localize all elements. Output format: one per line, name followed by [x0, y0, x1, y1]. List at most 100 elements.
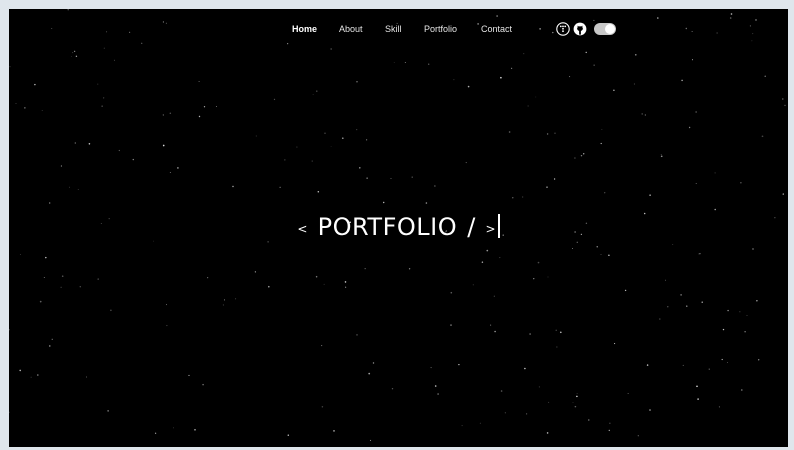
hero-title: < PORTFOLIO / >: [9, 205, 788, 243]
star: [166, 304, 167, 306]
star: [323, 283, 325, 285]
typing-cursor: [497, 214, 500, 238]
star: [730, 13, 733, 15]
star: [660, 155, 663, 158]
star: [341, 137, 344, 140]
star: [740, 389, 743, 391]
star: [118, 149, 120, 152]
star: [682, 364, 684, 366]
star: [255, 135, 257, 137]
star: [287, 434, 290, 436]
star: [695, 111, 697, 113]
star: [512, 197, 514, 199]
star: [141, 42, 143, 44]
star: [688, 126, 691, 129]
star: [315, 275, 318, 278]
star: [556, 346, 558, 348]
toggle-knob: [605, 24, 615, 34]
star: [546, 186, 548, 188]
star: [458, 363, 460, 366]
star: [224, 299, 226, 301]
github-icon[interactable]: [573, 22, 587, 36]
star: [546, 432, 549, 434]
star: [744, 331, 746, 333]
star: [758, 359, 760, 361]
star: [572, 402, 574, 403]
hero-slash: /: [467, 213, 476, 241]
star: [722, 328, 725, 331]
star: [154, 432, 157, 434]
star: [524, 367, 526, 370]
star: [19, 369, 22, 372]
star: [614, 343, 616, 345]
star: [500, 390, 503, 392]
star: [641, 113, 643, 115]
star: [596, 246, 598, 248]
star: [659, 318, 661, 320]
star: [203, 106, 206, 108]
star: [714, 172, 716, 174]
star: [311, 160, 313, 162]
nav-portfolio-link[interactable]: Portfolio: [424, 24, 457, 34]
star: [533, 278, 535, 280]
star: [467, 85, 470, 88]
star: [88, 143, 91, 145]
star: [672, 244, 674, 245]
star: [103, 97, 105, 99]
star: [727, 362, 729, 364]
star: [61, 275, 64, 277]
star: [535, 96, 537, 98]
star: [103, 47, 105, 49]
star: [49, 202, 51, 204]
star: [680, 294, 682, 296]
star: [72, 52, 74, 54]
star: [317, 191, 320, 193]
star: [450, 324, 452, 326]
star: [756, 300, 758, 302]
star: [729, 17, 732, 19]
star: [667, 306, 669, 308]
star: [529, 333, 531, 335]
star: [609, 422, 611, 424]
star: [177, 167, 179, 169]
star: [593, 64, 595, 66]
nav-home-link[interactable]: Home: [292, 24, 317, 34]
hero-open-bracket: <: [297, 222, 308, 236]
star: [207, 277, 209, 279]
star: [71, 56, 72, 57]
star: [333, 430, 335, 432]
nav-contact-link[interactable]: Contact: [481, 24, 512, 34]
star: [254, 271, 257, 273]
star: [79, 286, 81, 288]
star: [391, 388, 394, 390]
star: [97, 83, 99, 85]
star: [330, 48, 332, 50]
star: [761, 135, 764, 138]
nav-skill-link[interactable]: Skill: [385, 24, 402, 34]
star: [284, 159, 286, 161]
star: [695, 183, 697, 184]
theme-toggle-switch[interactable]: [594, 23, 616, 35]
star: [555, 329, 557, 331]
nav-about-link[interactable]: About: [339, 24, 363, 34]
star: [698, 253, 700, 255]
star: [24, 107, 26, 109]
star: [649, 409, 651, 411]
star: [696, 385, 698, 388]
star: [382, 201, 385, 204]
star: [194, 428, 196, 431]
star: [369, 439, 372, 441]
star: [316, 90, 318, 92]
star: [554, 132, 556, 134]
star: [553, 178, 556, 180]
star: [9, 329, 10, 331]
star: [583, 153, 585, 155]
star: [425, 202, 428, 204]
star: [752, 248, 754, 250]
hero-close-bracket: >: [485, 222, 496, 236]
tistory-icon[interactable]: [556, 22, 570, 36]
star: [321, 345, 323, 347]
star: [132, 158, 134, 161]
star: [450, 291, 453, 294]
star: [660, 154, 662, 155]
